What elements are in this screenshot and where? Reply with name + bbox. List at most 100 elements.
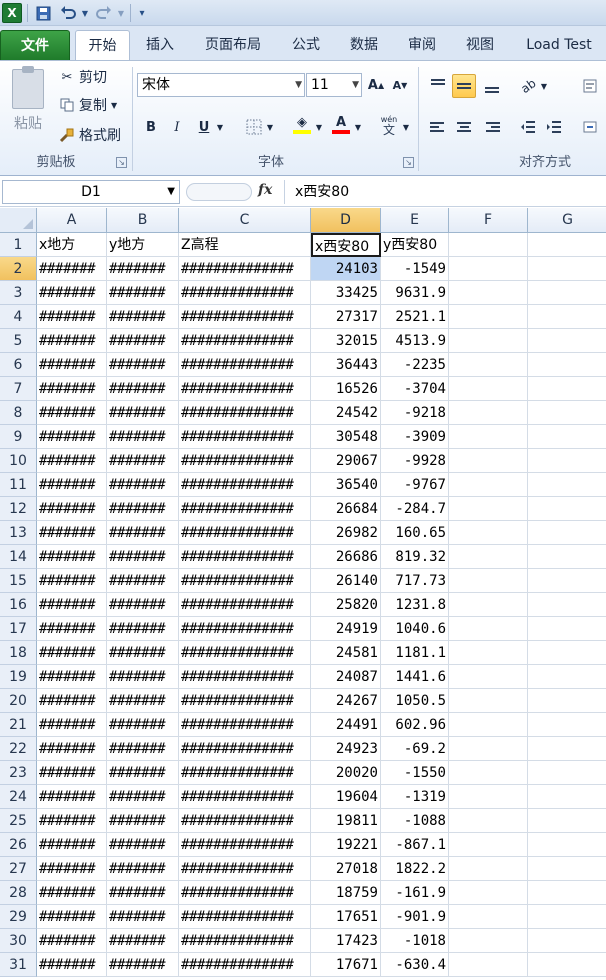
row-header[interactable]: 11 <box>0 473 37 497</box>
table-cell[interactable]: -1088 <box>381 809 449 833</box>
row-header[interactable]: 28 <box>0 881 37 905</box>
table-cell[interactable]: ####### <box>37 545 107 569</box>
undo-dropdown-icon[interactable]: ▼ <box>80 3 90 23</box>
empty-cell[interactable] <box>528 833 606 857</box>
table-cell[interactable]: ####### <box>107 809 179 833</box>
name-box[interactable]: D1 ▼ <box>2 180 180 204</box>
table-cell[interactable]: ####### <box>37 881 107 905</box>
table-cell[interactable]: ############## <box>179 449 311 473</box>
increase-indent-icon[interactable] <box>544 117 564 137</box>
table-cell[interactable]: 26982 <box>311 521 381 545</box>
table-cell[interactable]: 20020 <box>311 761 381 785</box>
table-cell[interactable]: 33425 <box>311 281 381 305</box>
table-cell[interactable]: 19811 <box>311 809 381 833</box>
italic-button[interactable]: I <box>167 117 187 137</box>
header-cell[interactable]: y西安80 <box>381 233 449 257</box>
table-cell[interactable]: ####### <box>37 953 107 977</box>
table-cell[interactable]: 19221 <box>311 833 381 857</box>
row-header[interactable]: 12 <box>0 497 37 521</box>
tab-page-layout[interactable]: 页面布局 <box>193 30 273 60</box>
tab-home[interactable]: 开始 <box>75 30 130 60</box>
formula-bar-splitter[interactable] <box>186 183 252 201</box>
table-cell[interactable]: 36540 <box>311 473 381 497</box>
table-cell[interactable]: ####### <box>107 881 179 905</box>
active-cell[interactable]: x西安80 <box>311 233 381 257</box>
table-cell[interactable]: -1319 <box>381 785 449 809</box>
row-header[interactable]: 27 <box>0 857 37 881</box>
table-cell[interactable]: ####### <box>107 737 179 761</box>
table-cell[interactable]: -1549 <box>381 257 449 281</box>
table-cell[interactable]: ####### <box>107 401 179 425</box>
table-cell[interactable]: 1181.1 <box>381 641 449 665</box>
format-painter-button[interactable]: 格式刷 <box>58 125 121 145</box>
paste-button[interactable]: 粘贴 <box>10 113 46 133</box>
table-cell[interactable]: -630.4 <box>381 953 449 977</box>
row-header[interactable]: 22 <box>0 737 37 761</box>
empty-cell[interactable] <box>528 929 606 953</box>
table-cell[interactable]: 29067 <box>311 449 381 473</box>
table-cell[interactable]: ####### <box>37 713 107 737</box>
empty-cell[interactable] <box>449 281 528 305</box>
table-cell[interactable]: ############## <box>179 665 311 689</box>
row-header[interactable]: 4 <box>0 305 37 329</box>
table-cell[interactable]: ####### <box>37 329 107 353</box>
table-cell[interactable]: -161.9 <box>381 881 449 905</box>
table-cell[interactable]: ####### <box>107 929 179 953</box>
row-header[interactable]: 9 <box>0 425 37 449</box>
table-cell[interactable]: ####### <box>107 425 179 449</box>
table-cell[interactable]: ############## <box>179 953 311 977</box>
empty-cell[interactable] <box>449 689 528 713</box>
clipboard-launcher-icon[interactable]: ↘ <box>116 157 127 168</box>
table-cell[interactable]: ############## <box>179 569 311 593</box>
empty-cell[interactable] <box>449 377 528 401</box>
row-header[interactable]: 21 <box>0 713 37 737</box>
table-cell[interactable]: ####### <box>107 377 179 401</box>
table-cell[interactable]: ####### <box>37 281 107 305</box>
table-cell[interactable]: 18759 <box>311 881 381 905</box>
table-cell[interactable]: 1040.6 <box>381 617 449 641</box>
table-cell[interactable]: ############## <box>179 305 311 329</box>
table-cell[interactable]: ####### <box>37 353 107 377</box>
tab-file[interactable]: 文件 <box>0 30 70 60</box>
table-cell[interactable]: ####### <box>107 329 179 353</box>
table-cell[interactable]: 24103 <box>311 257 381 281</box>
decrease-indent-icon[interactable] <box>518 117 538 137</box>
table-cell[interactable]: ####### <box>107 569 179 593</box>
empty-cell[interactable] <box>528 809 606 833</box>
table-cell[interactable]: ####### <box>37 473 107 497</box>
table-cell[interactable]: -2235 <box>381 353 449 377</box>
header-cell[interactable]: x地方 <box>37 233 107 257</box>
empty-cell[interactable] <box>449 665 528 689</box>
table-cell[interactable]: ####### <box>107 521 179 545</box>
row-header[interactable]: 15 <box>0 569 37 593</box>
excel-icon[interactable]: X <box>2 3 22 23</box>
column-header-b[interactable]: B <box>107 208 179 233</box>
wrap-text-icon[interactable] <box>580 76 600 96</box>
empty-cell[interactable] <box>528 473 606 497</box>
row-header[interactable]: 8 <box>0 401 37 425</box>
row-header[interactable]: 10 <box>0 449 37 473</box>
tab-view[interactable]: 视图 <box>454 30 506 60</box>
empty-cell[interactable] <box>449 545 528 569</box>
empty-cell[interactable] <box>528 377 606 401</box>
table-cell[interactable]: 819.32 <box>381 545 449 569</box>
empty-cell[interactable] <box>528 449 606 473</box>
row-header[interactable]: 26 <box>0 833 37 857</box>
empty-cell[interactable] <box>528 353 606 377</box>
empty-cell[interactable] <box>449 257 528 281</box>
table-cell[interactable]: -901.9 <box>381 905 449 929</box>
empty-cell[interactable] <box>528 737 606 761</box>
empty-cell[interactable] <box>449 473 528 497</box>
table-cell[interactable]: ############## <box>179 809 311 833</box>
table-cell[interactable]: 9631.9 <box>381 281 449 305</box>
empty-cell[interactable] <box>528 497 606 521</box>
formula-input[interactable]: x西安80 <box>284 180 606 204</box>
table-cell[interactable]: 2521.1 <box>381 305 449 329</box>
table-cell[interactable]: 32015 <box>311 329 381 353</box>
table-cell[interactable]: 19604 <box>311 785 381 809</box>
table-cell[interactable]: -9218 <box>381 401 449 425</box>
row-header[interactable]: 29 <box>0 905 37 929</box>
table-cell[interactable]: ####### <box>37 401 107 425</box>
table-cell[interactable]: ####### <box>107 905 179 929</box>
align-center-button[interactable] <box>452 115 476 139</box>
